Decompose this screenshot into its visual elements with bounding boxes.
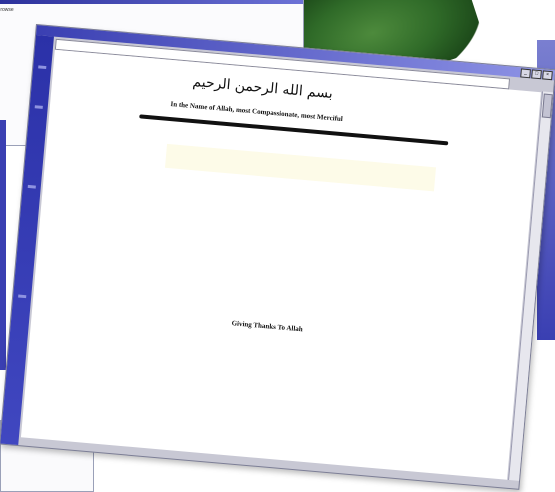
arabic-basmala-heading: بسم الله الرحمن الرحيم [191,73,334,103]
sidebar-tick [27,184,36,189]
close-icon[interactable]: × [542,70,553,81]
maximize-icon[interactable]: □ [531,69,542,80]
browser-window[interactable]: _ □ × بسم الله الرحمن الرحيم In the Name… [0,24,555,490]
header-divider [139,114,449,146]
highlight-banner [164,143,437,192]
scrollbar-thumb[interactable] [541,93,553,119]
window-menu-label: Browse [0,7,14,13]
article-paragraph [117,348,438,376]
sidebar-tick [18,294,27,299]
article-paragraph [112,404,433,432]
article-title: Giving Thanks To Allah [231,319,304,334]
background-window-titlebar[interactable] [0,0,303,4]
background-window-edge [0,120,6,370]
page-content: بسم الله الرحمن الرحيم In the Name of Al… [20,49,541,480]
sidebar-tick [34,105,43,109]
minimize-icon[interactable]: _ [520,68,531,79]
sidebar-tick [38,65,47,70]
